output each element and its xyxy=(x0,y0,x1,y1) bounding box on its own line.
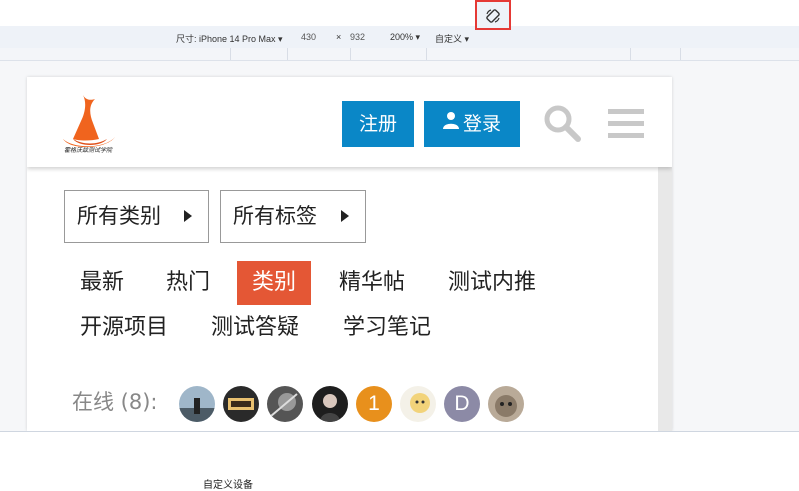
caret-right-icon xyxy=(184,210,192,222)
device-toolbar: 尺寸: iPhone 14 Pro Max ▾ 430 × 932 200% ▾… xyxy=(0,26,799,49)
avatar-letter[interactable]: D xyxy=(444,386,480,422)
register-button[interactable]: 注册 xyxy=(342,101,414,147)
times-sign: × xyxy=(336,32,342,42)
avatar[interactable] xyxy=(400,386,436,422)
hamburger-menu-icon[interactable] xyxy=(608,107,644,139)
avatar-photo-seaside-icon xyxy=(179,386,215,422)
avatar-photo-cat-icon xyxy=(488,386,524,422)
width-input[interactable]: 430 xyxy=(301,32,316,42)
device-select[interactable]: 尺寸: iPhone 14 Pro Max ▾ xyxy=(176,32,283,45)
login-button[interactable]: 登录 xyxy=(424,101,520,147)
nav-open-source[interactable]: 开源项目 xyxy=(80,306,168,350)
search-icon[interactable] xyxy=(542,103,582,143)
throttle-select[interactable]: 自定义 ▾ xyxy=(435,32,469,45)
rotate-button[interactable] xyxy=(475,0,511,30)
nav-qa[interactable]: 测试答疑 xyxy=(211,306,299,350)
category-dropdown-label: 所有类别 xyxy=(77,204,161,228)
nav-categories[interactable]: 类别 xyxy=(237,261,312,305)
avatar[interactable] xyxy=(223,386,259,422)
caret-right-icon xyxy=(341,210,349,222)
avatar[interactable] xyxy=(488,386,524,422)
login-label: 登录 xyxy=(462,113,501,135)
avatar[interactable] xyxy=(267,386,303,422)
nav-latest[interactable]: 最新 xyxy=(80,261,124,305)
online-users-label: 在线 (8): xyxy=(72,390,158,414)
avatar-photo-get-icon xyxy=(223,386,259,422)
logo-text: 霍格沃兹测试学院 xyxy=(63,147,112,154)
nav-referrals[interactable]: 测试内推 xyxy=(448,261,536,305)
rotate-icon xyxy=(486,9,500,23)
height-input[interactable]: 932 xyxy=(350,32,365,42)
nav-hot[interactable]: 热门 xyxy=(166,261,210,305)
category-dropdown[interactable]: 所有类别 xyxy=(64,190,209,243)
avatar-photo-girl-icon xyxy=(312,386,348,422)
scrollbar[interactable] xyxy=(658,167,672,431)
devtools-bottom-panel: 自定义设备 xyxy=(0,431,799,491)
zoom-select[interactable]: 200% ▾ xyxy=(390,32,420,43)
device-viewport: 霍格沃兹测试学院 注册 登录 所有类别 所有标签 最新 热门 类别 精华帖 测试… xyxy=(27,77,672,431)
user-icon xyxy=(442,100,459,146)
nav-notes[interactable]: 学习笔记 xyxy=(343,306,431,350)
main-content: 所有类别 所有标签 最新 热门 类别 精华帖 测试内推 开源项目 测试答疑 学习… xyxy=(41,167,658,431)
avatar-letter[interactable]: 1 xyxy=(356,386,392,422)
avatar-photo-sketch-icon xyxy=(267,386,303,422)
nav-featured[interactable]: 精华帖 xyxy=(339,261,405,305)
tags-dropdown[interactable]: 所有标签 xyxy=(220,190,366,243)
tags-dropdown-label: 所有标签 xyxy=(233,204,317,228)
ruler xyxy=(0,48,799,61)
avatar[interactable] xyxy=(179,386,215,422)
avatar[interactable] xyxy=(312,386,348,422)
site-header: 霍格沃兹测试学院 注册 登录 xyxy=(27,77,672,167)
avatar-photo-cartoon-icon xyxy=(400,386,436,422)
